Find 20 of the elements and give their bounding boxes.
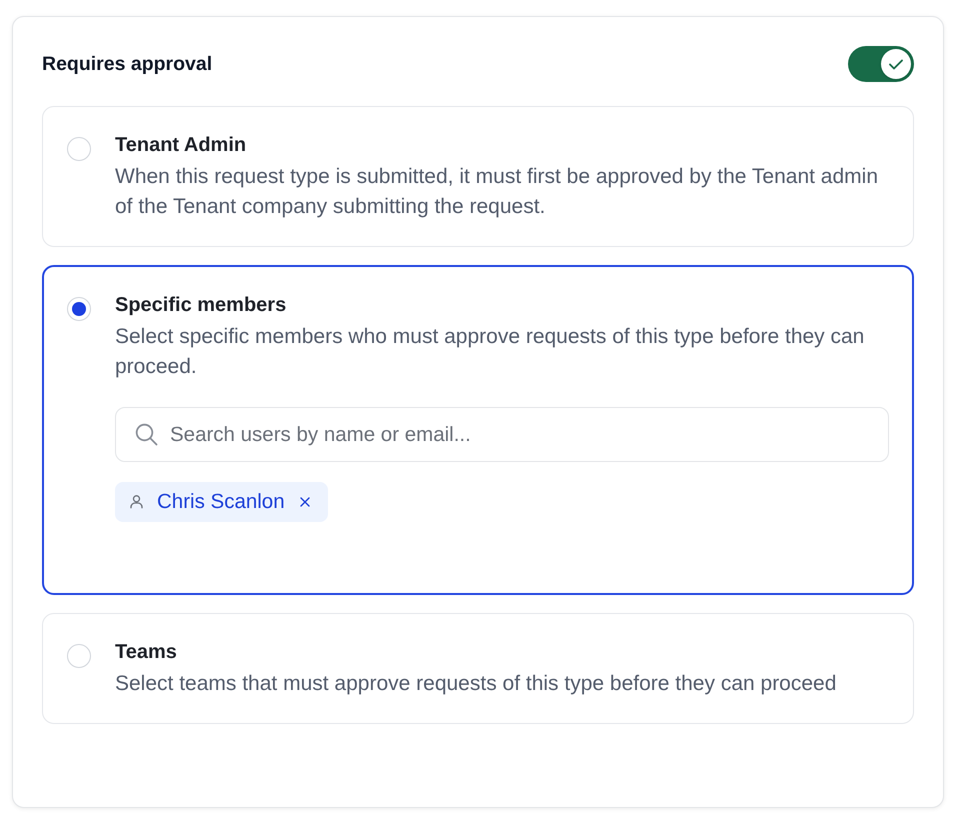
radio-button[interactable] <box>67 644 91 668</box>
search-field[interactable]: Search users by name or email... <box>115 407 889 462</box>
toggle-switch[interactable] <box>848 46 914 82</box>
radio-button[interactable] <box>67 137 91 161</box>
option-description: When this request type is submitted, it must first be approved by the Tenant admin of the Tenant company submitting the request. <box>115 164 880 220</box>
option-card[interactable]: Specific members Select specific members who must approve requests of this type before they can proceed. Search users by name or email... Chris Scanlon <box>42 265 914 595</box>
check-icon <box>889 58 903 70</box>
section-title: Requires approval <box>42 52 212 77</box>
option-description: Select specific members who must approve requests of this type before they can proceed. <box>115 324 866 380</box>
option-card[interactable]: Teams Select teams that must approve requests of this type before they can proceed <box>42 613 914 724</box>
option-title: Teams <box>115 640 178 665</box>
person-icon <box>130 495 143 509</box>
member-name: Chris Scanlon <box>157 490 285 514</box>
option-title: Specific members <box>115 293 288 318</box>
option-card[interactable]: Tenant Admin When this request type is submitted, it must first be approved by the Tenant admin of the Tenant company submitting the request. <box>42 106 914 247</box>
search-icon <box>135 423 158 446</box>
close-icon <box>300 497 310 507</box>
radio-button[interactable] <box>67 297 91 321</box>
option-description: Select teams that must approve requests of this type before they can proceed <box>115 671 838 697</box>
option-title: Tenant Admin <box>115 133 248 158</box>
